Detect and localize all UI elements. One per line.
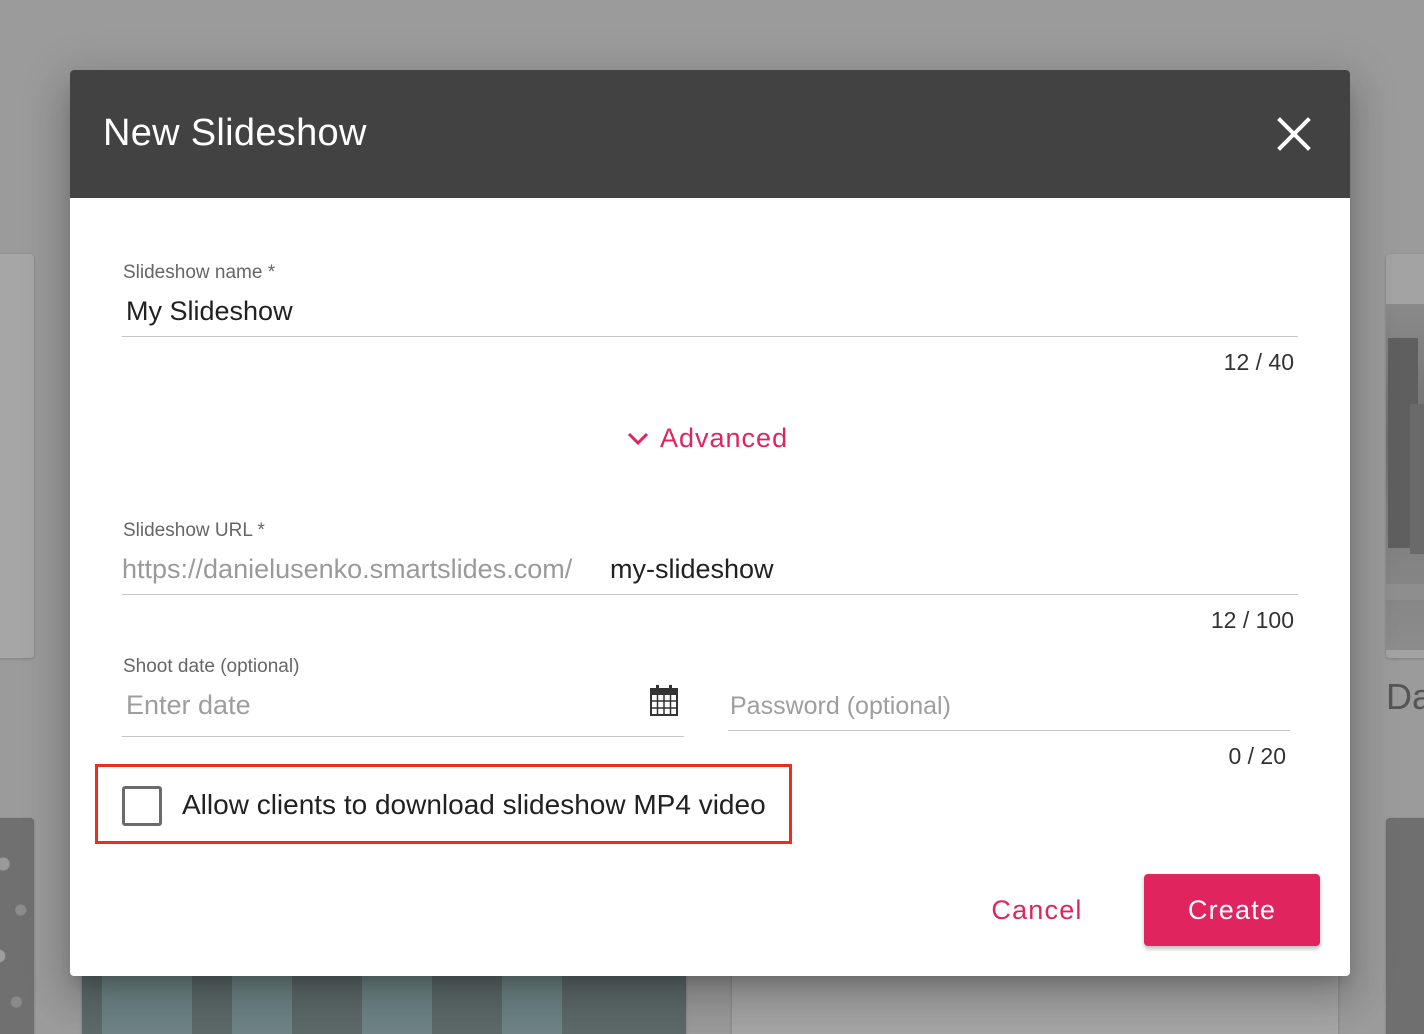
new-slideshow-dialog: New Slideshow Slideshow name * 12 / 40 A… (70, 70, 1350, 976)
calendar-icon (650, 685, 678, 716)
password-underline (728, 730, 1290, 731)
password-counter: 0 / 20 (1228, 743, 1286, 769)
create-button[interactable]: Create (1144, 874, 1320, 946)
slideshow-name-input[interactable] (122, 291, 1306, 331)
slideshow-url-label: Slideshow URL * (123, 520, 265, 541)
dialog-title: New Slideshow (103, 112, 367, 154)
close-icon (1277, 117, 1311, 151)
background-card-photo (1386, 818, 1424, 1034)
dialog-header: New Slideshow (70, 70, 1350, 198)
close-button[interactable] (1270, 108, 1318, 156)
chevron-down-icon (626, 426, 650, 450)
calendar-button[interactable] (648, 684, 680, 718)
download-mp4-checkbox[interactable] (122, 786, 162, 826)
password-input[interactable] (728, 686, 1292, 726)
advanced-label: Advanced (660, 422, 789, 453)
slideshow-name-underline (122, 336, 1298, 337)
background-card (0, 254, 34, 658)
slideshow-url-underline (122, 594, 1298, 595)
advanced-toggle[interactable]: Advanced (626, 418, 788, 458)
slideshow-url-prefix: https://danielusenko.smartslides.com/ (122, 554, 573, 584)
slideshow-url-input[interactable] (610, 549, 1300, 589)
shoot-date-label: Shoot date (optional) (123, 656, 300, 677)
slideshow-name-label: Slideshow name * (123, 262, 276, 283)
shoot-date-underline (122, 736, 684, 737)
shoot-date-input[interactable] (122, 685, 650, 725)
background-card-photo (0, 818, 34, 1034)
download-mp4-label[interactable]: Allow clients to download slideshow MP4 … (182, 789, 766, 821)
background-card-title: Da (1386, 676, 1424, 717)
cancel-button[interactable]: Cancel (972, 874, 1102, 946)
background-card-photo (1386, 254, 1424, 658)
slideshow-name-counter: 12 / 40 (1223, 349, 1294, 375)
slideshow-url-counter: 12 / 100 (1210, 607, 1294, 633)
